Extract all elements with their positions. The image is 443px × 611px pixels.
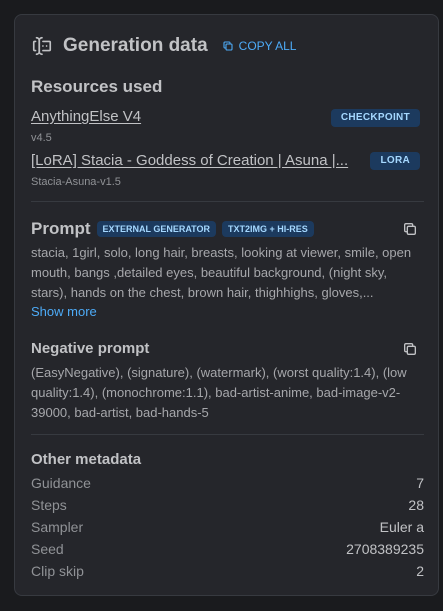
negative-prompt-text: (EasyNegative), (signature), (watermark)… — [31, 365, 407, 420]
metadata-value: 28 — [408, 497, 424, 513]
resource-link-lora[interactable]: [LoRA] Stacia - Goddess of Creation | As… — [31, 152, 348, 169]
metadata-row-clip-skip: Clip skip 2 — [31, 563, 424, 579]
resource-version-checkpoint: v4.5 — [31, 132, 52, 144]
show-more-link[interactable]: Show more — [31, 304, 97, 319]
resources-title: Resources used — [31, 77, 163, 96]
metadata-title: Other metadata — [31, 451, 142, 468]
copy-all-button[interactable]: COPY ALL — [222, 39, 297, 53]
copy-all-label: COPY ALL — [238, 39, 297, 53]
divider — [31, 201, 424, 202]
metadata-key: Steps — [31, 497, 67, 513]
card-title: Generation data — [63, 35, 208, 56]
copy-icon[interactable] — [402, 341, 418, 357]
metadata-row-guidance: Guidance 7 — [31, 475, 424, 491]
metadata-row-sampler: Sampler Euler a — [31, 519, 424, 535]
metadata-value: 7 — [416, 475, 424, 491]
resource-link-checkpoint[interactable]: AnythingElse V4 — [31, 108, 141, 125]
metadata-key: Sampler — [31, 519, 84, 535]
metadata-key: Clip skip — [31, 563, 84, 579]
metadata-row-steps: Steps 28 — [31, 497, 424, 513]
prompt-header: Prompt EXTERNAL GENERATOR TXT2IMG + HI-R… — [31, 219, 320, 239]
prompt-text: stacia, 1girl, solo, long hair, breasts,… — [31, 245, 412, 300]
card-header: Generation data COPY ALL — [31, 35, 296, 57]
copy-icon[interactable] — [402, 221, 418, 237]
resource-type-badge-lora: LORA — [370, 152, 420, 170]
txt2img-badge: TXT2IMG + HI-RES — [222, 221, 314, 237]
negative-prompt-label: Negative prompt — [31, 340, 150, 357]
prompt-label: Prompt — [31, 219, 91, 238]
metadata-value: Euler a — [379, 519, 424, 535]
metadata-value: 2708389235 — [346, 541, 424, 557]
copy-icon — [223, 41, 233, 51]
generation-data-card: Generation data COPY ALL Resources used … — [14, 14, 439, 596]
divider — [31, 434, 424, 435]
resource-type-badge-checkpoint: CHECKPOINT — [330, 109, 420, 127]
external-generator-badge: EXTERNAL GENERATOR — [96, 221, 217, 237]
resource-version-lora: Stacia-Asuna-v1.5 — [31, 176, 121, 188]
metadata-key: Seed — [31, 541, 64, 557]
metadata-row-seed: Seed 2708389235 — [31, 541, 424, 557]
forms-icon — [32, 36, 52, 56]
metadata-key: Guidance — [31, 475, 91, 491]
metadata-value: 2 — [416, 563, 424, 579]
